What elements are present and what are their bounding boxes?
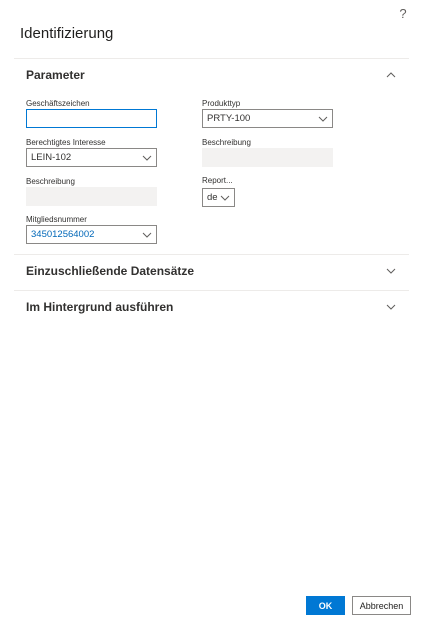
report-value: de [207, 192, 218, 203]
chevron-down-icon [386, 268, 396, 274]
chevron-down-icon [386, 304, 396, 310]
berechtigtes-interesse-value: LEIN-102 [31, 152, 72, 163]
chevron-down-icon [142, 232, 152, 238]
dialog-title: Identifizierung [20, 25, 114, 42]
label-mitgliedsnummer: Mitgliedsnummer [26, 215, 87, 224]
section-label-parameter: Parameter [26, 68, 85, 82]
label-beschreibung-right: Beschreibung [202, 138, 251, 147]
help-button[interactable]: ? [395, 6, 411, 21]
label-produkttyp: Produkttyp [202, 99, 241, 108]
label-report: Report... [202, 176, 233, 185]
chevron-down-icon [318, 116, 328, 122]
section-label-records: Einzuschließende Datensätze [26, 264, 195, 278]
chevron-down-icon [142, 155, 152, 161]
section-label-background: Im Hintergrund ausführen [26, 300, 174, 314]
help-icon: ? [399, 6, 407, 21]
section-header-parameter[interactable]: Parameter [14, 58, 409, 92]
section-header-background[interactable]: Im Hintergrund ausführen [14, 290, 409, 324]
section-header-records[interactable]: Einzuschließende Datensätze [14, 254, 409, 288]
label-geschaeftszeichen: Geschäftszeichen [26, 99, 90, 108]
mitgliedsnummer-value[interactable]: 345012564002 [31, 229, 141, 240]
report-language-select[interactable]: de [202, 188, 235, 207]
berechtigtes-interesse-select[interactable]: LEIN-102 [26, 148, 157, 167]
chevron-down-icon [220, 195, 230, 201]
label-berechtigtes-interesse: Berechtigtes Interesse [26, 138, 106, 147]
ok-button[interactable]: OK [306, 596, 345, 615]
beschreibung-left-field [26, 187, 157, 206]
mitgliedsnummer-select[interactable]: 345012564002 [26, 225, 157, 244]
beschreibung-right-field [202, 148, 333, 167]
chevron-up-icon [386, 72, 396, 78]
geschaeftszeichen-input[interactable] [26, 109, 157, 128]
label-beschreibung-left: Beschreibung [26, 177, 75, 186]
produkttyp-select[interactable]: PRTY-100 [202, 109, 333, 128]
cancel-button[interactable]: Abbrechen [352, 596, 411, 615]
produkttyp-value: PRTY-100 [207, 113, 251, 124]
identification-dialog: ? Identifizierung Parameter Geschäftszei… [0, 0, 423, 634]
